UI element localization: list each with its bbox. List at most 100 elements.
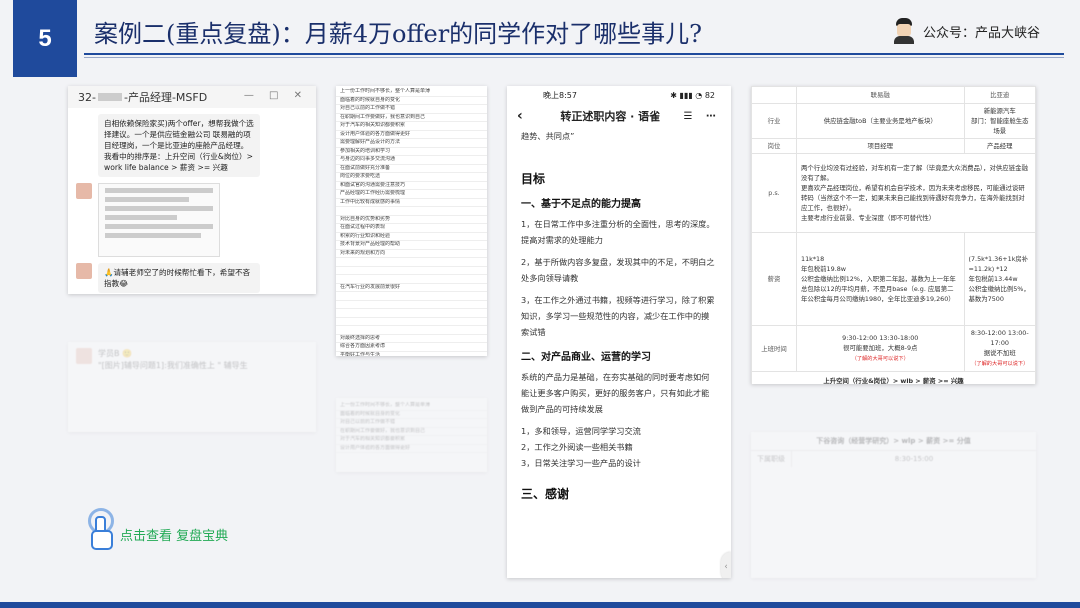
table-row: 薪资 11k*18 年包税前19.8w 公积金缴纳比例12%，入职第二年起，基数… xyxy=(751,232,1036,326)
list-item: 在职期间工作要做好，我也意识到自己 xyxy=(336,428,487,436)
chat-message-image xyxy=(76,183,308,257)
heading-section-1: 一、基于不足点的能力提高 xyxy=(521,199,641,210)
cell-note: （了解的大哥可以说下） xyxy=(971,361,1029,367)
phone-nav-bar: ‹ 转正述职内容 · 语雀 ☰ ⋯ xyxy=(507,104,731,128)
list-item: 和面试官的沟通需要注意技巧 xyxy=(336,182,487,190)
priority-summary: 上升空间（行业&岗位）> wlb > 薪资 >= 兴趣 xyxy=(751,371,1036,384)
chat-window-faded: 学员B 🙂 "[图片]辅导问题1]:我们准确性上 " 辅导生 xyxy=(68,342,316,432)
tap-hand-icon xyxy=(82,508,116,550)
list-item: 面临着的时候就自身的变化 xyxy=(336,411,487,419)
list-item: 面临着的时候就自身的变化 xyxy=(336,97,487,105)
window-controls[interactable]: — □ ✕ xyxy=(244,90,308,101)
table-row: 上班时间 9:30-12:00 13:30-18:00 很可能要加班，大概8-9… xyxy=(751,325,1036,372)
table-cell: 8:30-12:00 13:00-17:00 据说不加班 （了解的大哥可以说下） xyxy=(963,325,1036,372)
chat-message-text: 学员B 🙂 "[图片]辅导问题1]:我们准确性上 " 辅导生 xyxy=(98,348,248,372)
table-corner xyxy=(751,86,797,104)
chat-sender-name: 学员B 🙂 xyxy=(98,349,132,358)
paragraph: 1，在日常工作中多注重分析的全面性，思考的深度。提高对需求的处理能力 xyxy=(521,219,715,245)
list-item: 岗位的要求要吃透 xyxy=(336,173,487,182)
list-item: 在面试前做好充分准备 xyxy=(336,165,487,173)
attached-table-image[interactable] xyxy=(98,183,220,257)
faded-cell: 8:30-15:00 xyxy=(894,455,934,463)
row-header: 行业 xyxy=(751,103,797,139)
bottom-bar xyxy=(0,602,1080,608)
table-cell: (7.5k*1.36+1k房补=11.2k) *12 年包税前13.44w 公积… xyxy=(963,232,1036,326)
table-cell: 9:30-12:00 13:30-18:00 很可能要加班，大概8-9点 （了解… xyxy=(796,325,965,372)
row-header: 上班时间 xyxy=(751,325,797,372)
list-item: 对最终选择的思考 xyxy=(336,335,487,343)
chat-title-prefix: 32- xyxy=(78,90,96,104)
list-item: 在面试过程中的表现 xyxy=(336,224,487,233)
chat-title-blur xyxy=(97,93,122,101)
row-header: p.s. xyxy=(751,153,797,233)
column-header-lianyirong: 联易融 xyxy=(796,86,965,104)
list-item xyxy=(336,292,487,301)
chat-message: 自相依赖保险家买)两个offer，想帮我做个选择建议。一个是供应链金融公司 联易… xyxy=(76,114,308,177)
offer-comparison-table-faded: 下谷咨询（经营学研究）> wlp > 薪资 >= 分值 下属职级 8:30-15… xyxy=(751,432,1036,578)
table-cell: 产品经理 xyxy=(963,138,1036,154)
status-icons: ✱ ▮▮▮ ◔ 82 xyxy=(670,90,715,100)
chat-message: 🙏请辅老师空了的时候帮忙看下，希望不吝指教😂 xyxy=(76,263,308,293)
chat-title-bar: 32- -产品经理-MSFD — □ ✕ xyxy=(68,86,316,108)
table-row: 行业 供应链金融toB（主要业务是地产板块） 新能源汽车 部门：智能座舱生态场景 xyxy=(751,103,1036,139)
list-item xyxy=(336,207,487,216)
list-item: 在职期间工作要做好，我也意识到自己 xyxy=(336,114,487,122)
list-item: 对未来的规划和方向 xyxy=(336,250,487,258)
paragraph: 2，工作之外阅读一些相关书籍 xyxy=(521,442,633,452)
list-item: 对比自身的优势和劣势 xyxy=(336,216,487,224)
table-row: 岗位 项目经理 产品经理 xyxy=(751,138,1036,154)
list-item: 对于汽车的相关知识都要积累 xyxy=(336,436,487,445)
chat-window: 32- -产品经理-MSFD — □ ✕ 自相依赖保险家买)两个offer，想帮… xyxy=(68,86,316,294)
faded-footer: 下谷咨询（经营学研究）> wlp > 薪资 >= 分值 xyxy=(751,432,1036,451)
list-item: 工作中比较有成就感的事情 xyxy=(336,199,487,207)
interview-notes-doc: 上一份工作时间不够长，整个人算是单薄 面临着的时候就自身的变化 对自己以前的工作做不… xyxy=(336,86,487,356)
chat-title-suffix: -产品经理-MSFD xyxy=(123,91,208,104)
list-item: 上一份工作时间不够长，整个人算是单薄 xyxy=(336,88,487,97)
table-row: p.s. 两个行业均没有过经验，对车机有一定了解（毕竟是大众消费品），对供应链金… xyxy=(751,153,1036,233)
interview-notes-doc-faded: 上一份工作时间不够长，整个人算是单薄 面临着的时候就自身的变化 对自己以前的工作… xyxy=(336,398,487,472)
paragraph: 3，在工作之外通过书籍，视频等进行学习，除了积累知识，多学习一些规范性的内容，减… xyxy=(521,295,715,337)
row-header: 岗位 xyxy=(751,138,797,154)
list-item: 对于汽车的相关知识都要积累 xyxy=(336,122,487,131)
list-item xyxy=(336,275,487,284)
avatar xyxy=(76,348,92,364)
faded-row-header: 下属职级 xyxy=(751,451,792,467)
table-cell: 供应链金融toB（主要业务是地产板块） xyxy=(796,103,965,139)
chat-message-body: "[图片]辅导问题1]:我们准确性上 " 辅导生 xyxy=(98,361,248,370)
list-item: 积累的行业知识和经验 xyxy=(336,233,487,241)
avatar xyxy=(76,183,92,199)
table-cell: 11k*18 年包税前19.8w 公积金缴纳比例12%，入职第二年起，基数为上一… xyxy=(796,232,965,326)
table-cell: 项目经理 xyxy=(796,138,965,154)
chat-message: 学员B 🙂 "[图片]辅导问题1]:我们准确性上 " 辅导生 xyxy=(76,348,308,372)
cell-text: 9:30-12:00 13:30-18:00 很可能要加班，大概8-9点 xyxy=(842,334,919,352)
list-item xyxy=(336,309,487,318)
list-item: 对自己以前的工作做不错 xyxy=(336,419,487,428)
article-intro: 趋势、共同点” xyxy=(521,131,575,141)
list-item: 参加相关的培训和学习 xyxy=(336,148,487,156)
back-arrow-icon[interactable]: ‹ xyxy=(517,108,537,124)
table-footer-row: 上升空间（行业&岗位）> wlb > 薪资 >= 兴趣 xyxy=(751,371,1036,384)
heading-section-3: 三、感谢 xyxy=(521,487,570,501)
list-item: 设计用户体验的各方面做得更好 xyxy=(336,445,487,453)
menu-icon[interactable]: ☰ ⋯ xyxy=(684,111,721,122)
list-item: 技术背景对产品经理的帮助 xyxy=(336,241,487,250)
view-guide-button[interactable]: 点击查看 复盘宝典 xyxy=(82,508,228,550)
list-item xyxy=(336,267,487,275)
scroll-handle[interactable]: ‹ xyxy=(721,552,731,578)
author-avatar-icon xyxy=(893,18,915,44)
chat-bubble: 🙏请辅老师空了的时候帮忙看下，希望不吝指教😂 xyxy=(98,263,260,293)
paragraph: 系统的产品力是基础，在夯实基础的同时要考虑如何能让更多客户购买，更好的服务客户，… xyxy=(521,372,710,414)
list-item: 与身边的同事多交流沟通 xyxy=(336,156,487,165)
cell-text: 8:30-12:00 13:00-17:00 据说不加班 xyxy=(970,329,1029,357)
list-item: 平衡好工作与生活 xyxy=(336,352,487,357)
title-divider xyxy=(84,53,1064,55)
column-header-byd: 比亚迪 xyxy=(963,86,1036,104)
list-item: 综合各方面因素考虑 xyxy=(336,343,487,352)
paragraph: 1，多和领导，运营同学学习交流 xyxy=(521,426,641,436)
list-item xyxy=(336,258,487,267)
heading-goal: 目标 xyxy=(521,172,546,186)
comparison-table: 联易融 比亚迪 行业 供应链金融toB（主要业务是地产板块） 新能源汽车 部门：… xyxy=(751,86,1036,384)
phone-screenshot: 晚上8:57 ✱ ▮▮▮ ◔ 82 ‹ 转正述职内容 · 语雀 ☰ ⋯ 趋势、共… xyxy=(507,86,731,578)
section-number-badge: 5 xyxy=(13,0,77,77)
table-cell: 新能源汽车 部门：智能座舱生态场景 xyxy=(963,103,1036,139)
